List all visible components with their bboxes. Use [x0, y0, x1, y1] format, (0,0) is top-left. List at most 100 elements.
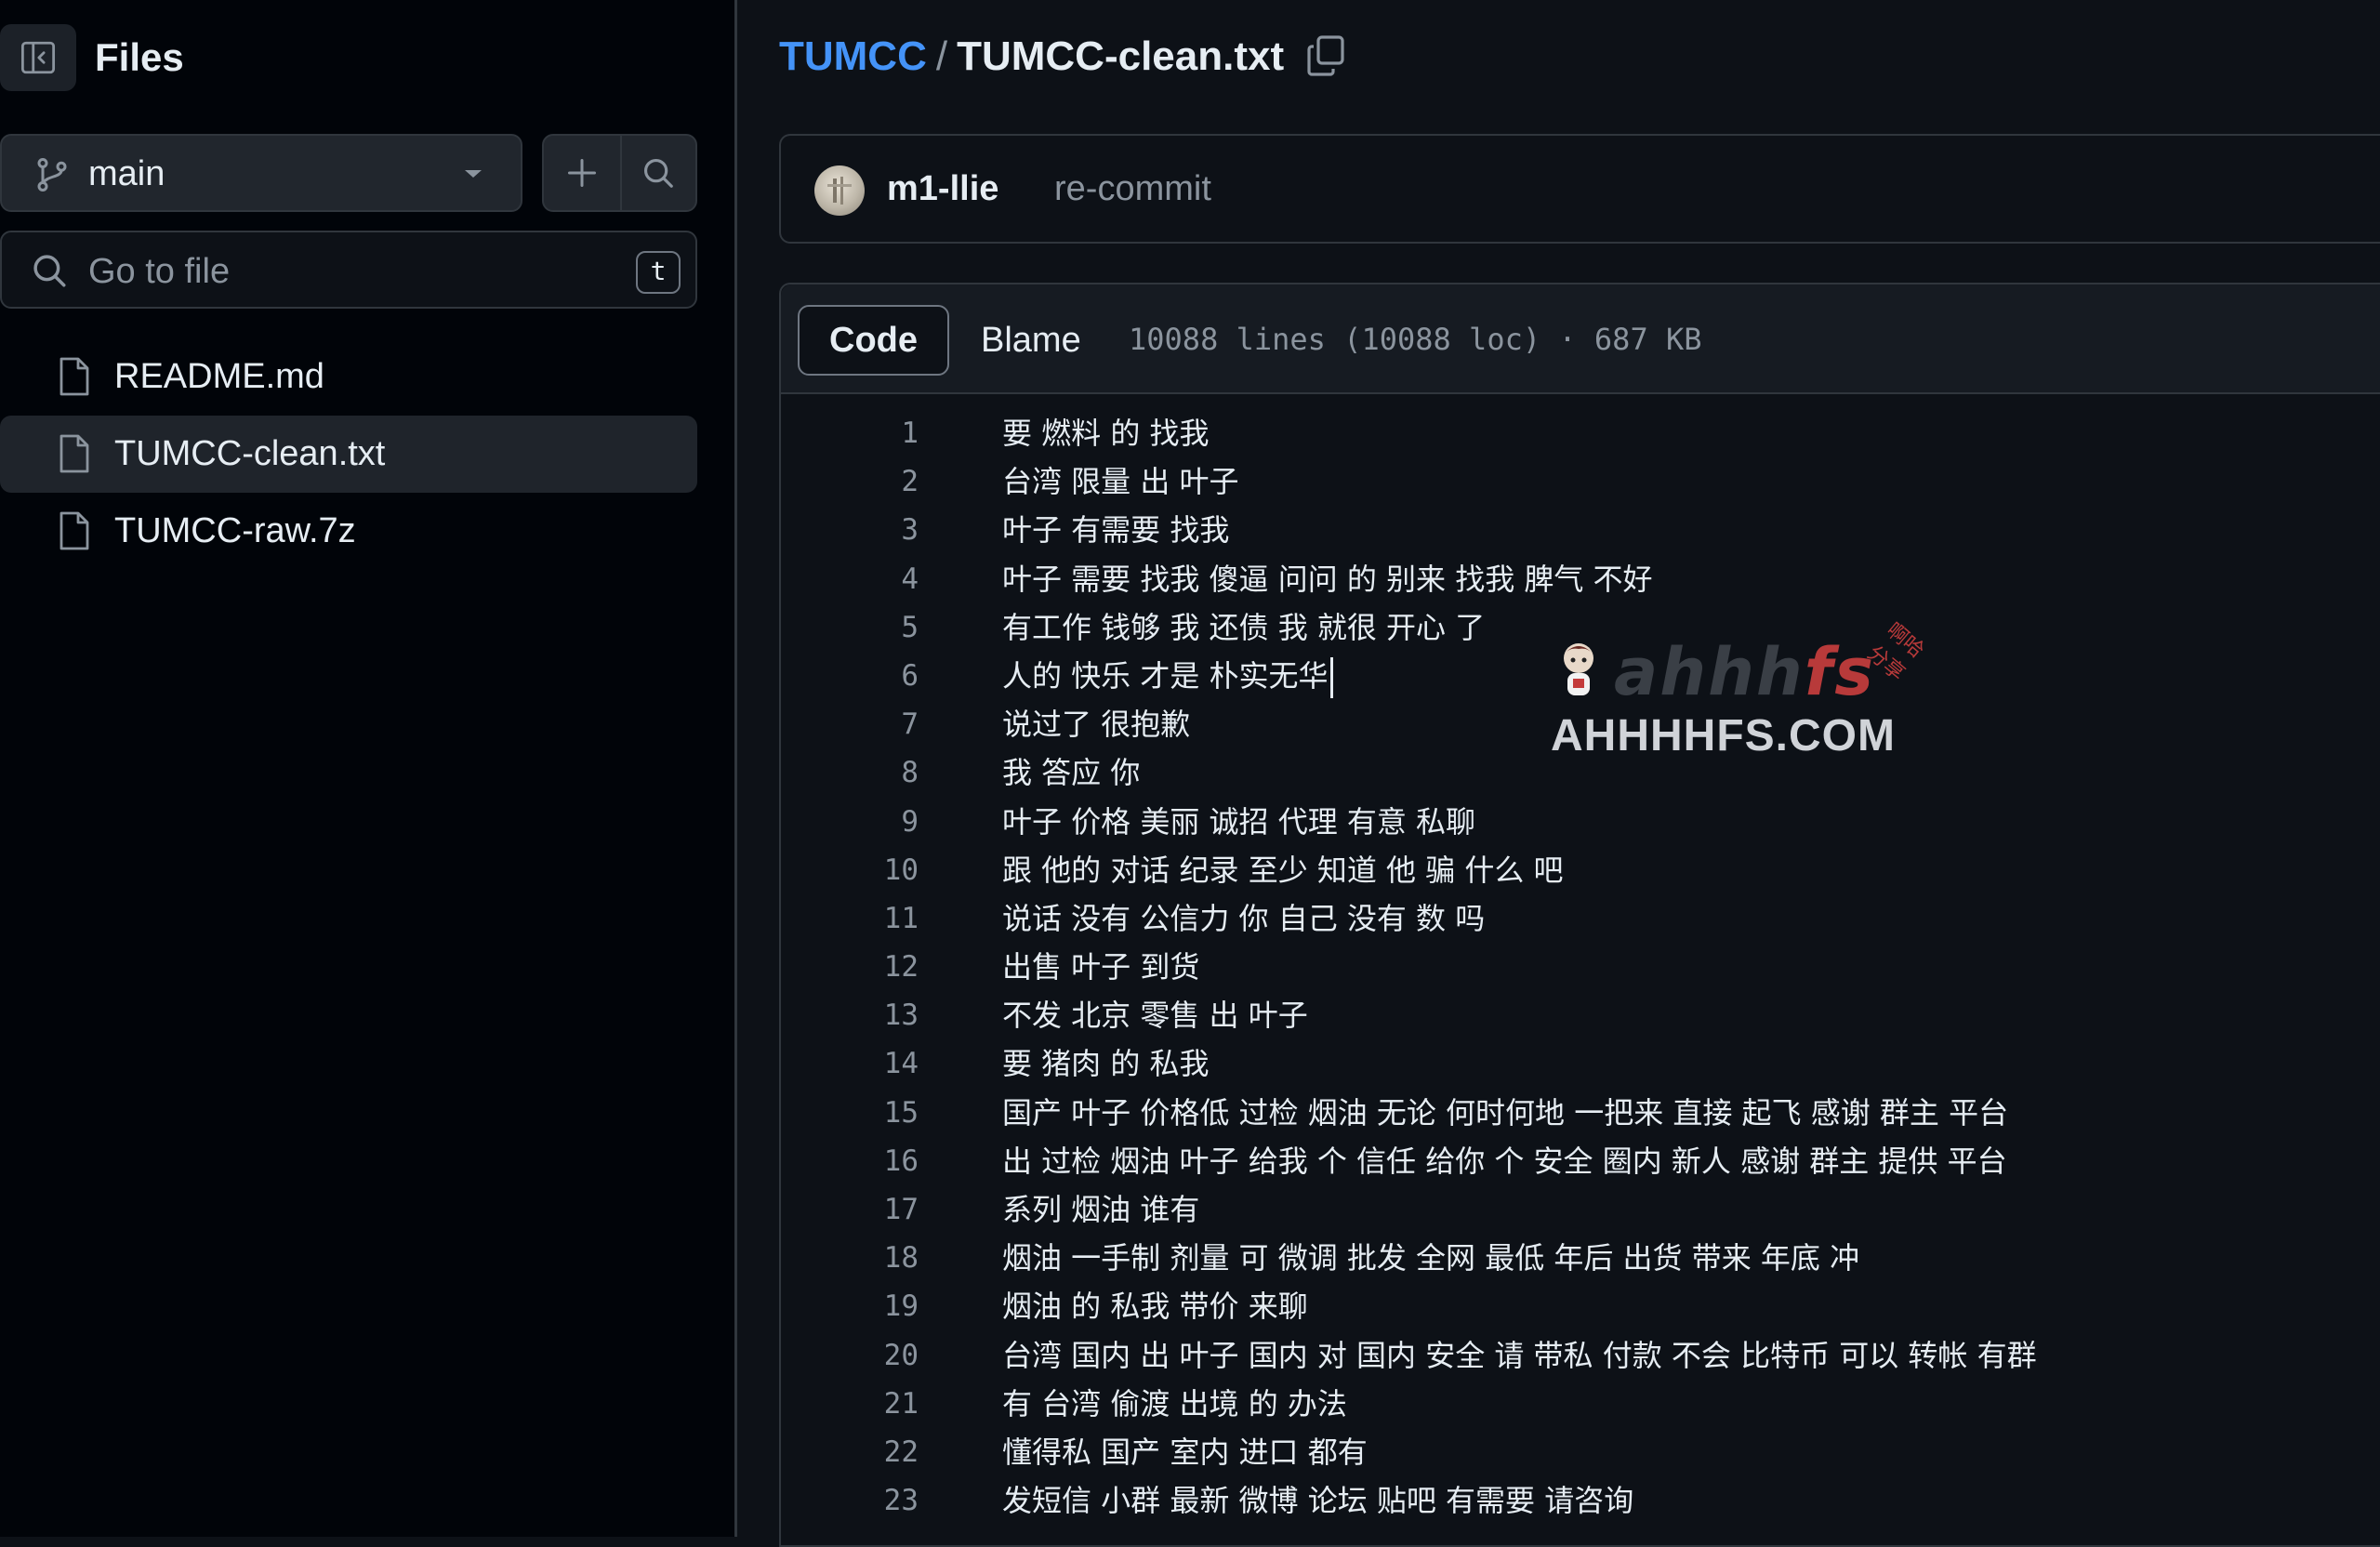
line-text: 懂得私 国产 室内 进口 都有 [1002, 1434, 1368, 1470]
file-icon [60, 357, 89, 396]
sidebar-collapse-icon [20, 41, 56, 74]
line-text: 说过了 很抱歉 [1002, 707, 1191, 743]
code-line: 13 不发 北京 零售 出 叶子 [781, 991, 2380, 1039]
main-content: TUMCC / TUMCC-clean.txt m1-llie re-commit … [740, 0, 2380, 1547]
line-text: 不发 北京 零售 出 叶子 [1002, 998, 1308, 1034]
search-icon [644, 158, 674, 188]
go-to-file-placeholder: Go to file [88, 252, 231, 291]
line-number[interactable]: 5 [781, 603, 919, 652]
line-number[interactable]: 12 [781, 943, 919, 991]
line-text: 出 过检 烟油 叶子 给我 个 信任 给你 个 安全 圈内 新人 感谢 群主 提… [1002, 1143, 2007, 1179]
latest-commit-box: m1-llie re-commit [779, 134, 2380, 244]
watermark-logo: ahhhfs [1614, 634, 1875, 710]
file-name: README.md [114, 357, 324, 396]
code-line: 9 叶子 价格 美丽 诚招 代理 有意 私聊 [781, 798, 2380, 846]
file-viewer: Code Blame 10088 lines (10088 loc) · 687… [779, 283, 2380, 1547]
file-name: TUMCC-raw.7z [114, 511, 356, 550]
line-text: 叶子 需要 找我 傻逼 问问 的 别来 找我 脾气 不好 [1002, 561, 1653, 597]
line-number[interactable]: 7 [781, 700, 919, 748]
line-number[interactable]: 10 [781, 846, 919, 894]
file-viewer-toolbar: Code Blame 10088 lines (10088 loc) · 687… [781, 284, 2380, 394]
branch-name: main [88, 154, 165, 193]
file-icon [60, 434, 89, 473]
line-number[interactable]: 23 [781, 1476, 919, 1525]
file-icon [60, 511, 89, 550]
collapse-sidebar-button[interactable] [0, 24, 76, 91]
branch-selector[interactable]: main [0, 134, 522, 212]
file-item-tumcc-raw[interactable]: TUMCC-raw.7z [0, 493, 697, 570]
code-line: 12 出售 叶子 到货 [781, 943, 2380, 991]
line-text: 人的 快乐 才是 朴实无华 [1002, 652, 1333, 700]
add-file-button[interactable] [544, 136, 620, 210]
code-lines: 1 要 燃料 的 找我 2 台湾 限量 出 叶子 3 叶子 有需要 找我 4 叶子 需要 找我… [781, 409, 2380, 1525]
code-line: 10 跟 他的 对话 纪录 至少 知道 他 骗 什么 吧 [781, 846, 2380, 894]
blame-tab[interactable]: Blame [949, 305, 1113, 376]
line-text: 出售 叶子 到货 [1002, 949, 1200, 985]
code-line: 23 发短信 小群 最新 微博 论坛 贴吧 有需要 请咨询 [781, 1476, 2380, 1525]
line-number[interactable]: 6 [781, 652, 919, 700]
watermark-logo-accent: fs [1804, 634, 1875, 710]
git-branch-icon [37, 157, 67, 192]
line-number[interactable]: 17 [781, 1185, 919, 1234]
breadcrumb-separator: / [935, 33, 948, 79]
line-text: 烟油 一手制 剂量 可 微调 批发 全网 最低 年后 出货 带来 年底 冲 [1002, 1240, 1860, 1276]
code-line: 2 台湾 限量 出 叶子 [781, 457, 2380, 506]
code-line: 15 国产 叶子 价格低 过检 烟油 无论 何时何地 一把来 直接 起飞 感谢 群… [781, 1089, 2380, 1137]
file-name: TUMCC-clean.txt [114, 434, 386, 473]
copy-icon[interactable] [1305, 33, 1346, 78]
watermark-logo-dark: ahhh [1614, 634, 1805, 710]
sidebar-header: Files [0, 0, 734, 115]
avatar-image [827, 177, 852, 205]
line-number[interactable]: 16 [781, 1137, 919, 1185]
search-files-button[interactable] [619, 136, 696, 210]
code-line: 21 有 台湾 偷渡 出境 的 办法 [781, 1380, 2380, 1428]
line-number[interactable]: 22 [781, 1428, 919, 1476]
line-number[interactable]: 3 [781, 506, 919, 554]
line-number[interactable]: 2 [781, 457, 919, 506]
line-text: 叶子 价格 美丽 诚招 代理 有意 私聊 [1002, 803, 1476, 840]
line-text: 国产 叶子 价格低 过检 烟油 无论 何时何地 一把来 直接 起飞 感谢 群主 … [1002, 1094, 2009, 1130]
commit-message[interactable]: re-commit [1054, 165, 1211, 212]
file-item-tumcc-clean[interactable]: TUMCC-clean.txt [0, 416, 697, 493]
code-tab[interactable]: Code [798, 305, 949, 376]
line-number[interactable]: 1 [781, 409, 919, 457]
line-number[interactable]: 14 [781, 1039, 919, 1088]
line-number[interactable]: 18 [781, 1234, 919, 1282]
line-number[interactable]: 21 [781, 1380, 919, 1428]
go-to-file-input[interactable]: Go to file t [0, 231, 697, 309]
line-text: 台湾 国内 出 叶子 国内 对 国内 安全 请 带私 付款 不会 比特币 可以 … [1002, 1337, 2037, 1373]
text-cursor [1329, 656, 1333, 698]
plus-icon [567, 159, 596, 187]
file-tree-sidebar: Files main Go to file t README.md TUMCC-… [0, 0, 737, 1537]
commit-author[interactable]: m1-llie [887, 165, 998, 212]
file-item-readme[interactable]: README.md [0, 338, 697, 416]
line-text: 要 燃料 的 找我 [1002, 416, 1210, 451]
line-number[interactable]: 9 [781, 798, 919, 846]
code-line: 16 出 过检 烟油 叶子 给我 个 信任 给你 个 安全 圈内 新人 感谢 群主… [781, 1137, 2380, 1185]
line-text: 跟 他的 对话 纪录 至少 知道 他 骗 什么 吧 [1002, 852, 1564, 888]
mascot-icon [1564, 643, 1593, 695]
file-meta: 10088 lines (10088 loc) · 687 KB [1129, 322, 1702, 357]
keyboard-shortcut-hint: t [636, 251, 681, 294]
line-number[interactable]: 13 [781, 991, 919, 1039]
sidebar-title: Files [95, 35, 184, 79]
line-number[interactable]: 11 [781, 894, 919, 943]
line-number[interactable]: 8 [781, 748, 919, 797]
line-number[interactable]: 19 [781, 1282, 919, 1330]
watermark-url: AHHHHFS.COM [1551, 711, 1896, 760]
code-line: 14 要 猪肉 的 私我 [781, 1039, 2380, 1088]
line-number[interactable]: 15 [781, 1089, 919, 1137]
line-text: 说话 没有 公信力 你 自己 没有 数 吗 [1002, 900, 1486, 936]
line-text: 烟油 的 私我 带价 来聊 [1002, 1289, 1308, 1325]
line-text: 叶子 有需要 找我 [1002, 512, 1230, 549]
code-line: 3 叶子 有需要 找我 [781, 506, 2380, 554]
avatar[interactable] [814, 165, 865, 216]
line-text: 我 答应 你 [1002, 755, 1141, 791]
code-line: 20 台湾 国内 出 叶子 国内 对 国内 安全 请 带私 付款 不会 比特币 可… [781, 1331, 2380, 1380]
breadcrumb-repo-link[interactable]: TUMCC [779, 33, 927, 79]
line-text: 有工作 钱够 我 还债 我 就很 开心 了 [1002, 609, 1486, 645]
line-number[interactable]: 4 [781, 555, 919, 603]
code-line: 11 说话 没有 公信力 你 自己 没有 数 吗 [781, 894, 2380, 943]
line-number[interactable]: 20 [781, 1331, 919, 1380]
code-line: 1 要 燃料 的 找我 [781, 409, 2380, 457]
